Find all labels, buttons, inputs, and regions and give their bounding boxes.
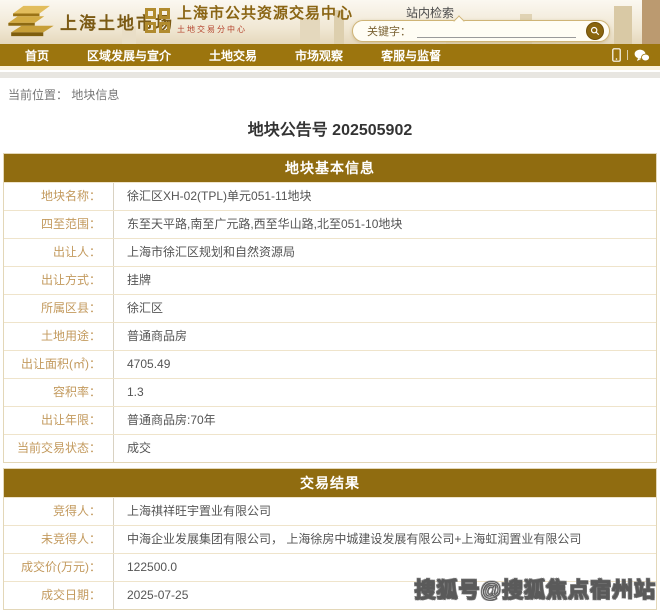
row-value: 成交	[114, 435, 656, 462]
search-button[interactable]	[586, 22, 604, 40]
nav-item-service-supervision[interactable]: 客服与监督	[381, 47, 441, 64]
breadcrumb: 当前位置： 地块信息	[0, 78, 660, 101]
stacked-slabs-logo-icon	[6, 4, 56, 38]
table-row: 地块名称： 徐汇区XH-02(TPL)单元051-11地块	[4, 182, 656, 210]
table-row: 成交日期： 2025-07-25	[4, 581, 656, 609]
table-body: 地块名称： 徐汇区XH-02(TPL)单元051-11地块 四至范围： 东至天平…	[4, 182, 656, 462]
nav-right-icons	[612, 48, 650, 62]
row-value: 上海市徐汇区规划和自然资源局	[114, 239, 656, 266]
grid-logo-icon	[145, 8, 170, 33]
nav-item-regional-development[interactable]: 区域发展与宣介	[87, 47, 171, 64]
row-label: 土地用途：	[4, 323, 114, 350]
table-row: 竞得人： 上海祺祥旺宇置业有限公司	[4, 497, 656, 525]
table-row: 所属区县： 徐汇区	[4, 294, 656, 322]
row-value: 中海企业发展集团有限公司， 上海徐房中城建设发展有限公司+上海虹润置业有限公司	[114, 526, 656, 553]
nav-item-land-trade[interactable]: 土地交易	[209, 47, 257, 64]
search-icon	[590, 26, 600, 36]
public-resources-center-logo[interactable]: 上海市公共资源交易中心 土地交易分中心	[145, 5, 353, 35]
plot-basic-info-table: 地块基本信息 地块名称： 徐汇区XH-02(TPL)单元051-11地块 四至范…	[3, 153, 657, 463]
center-title: 上海市公共资源交易中心	[177, 5, 353, 23]
table-row: 出让人： 上海市徐汇区规划和自然资源局	[4, 238, 656, 266]
site-header: 上海土地市场 上海市公共资源交易中心 土地交易分中心 站内检索 关键字：	[0, 0, 660, 44]
row-label: 容积率：	[4, 379, 114, 406]
keyword-input[interactable]	[417, 24, 576, 38]
row-label: 四至范围：	[4, 211, 114, 238]
table-row: 土地用途： 普通商品房	[4, 322, 656, 350]
site-search-tab[interactable]: 站内检索	[406, 4, 454, 21]
row-value: 122500.0	[114, 554, 656, 581]
table-row: 出让方式： 挂牌	[4, 266, 656, 294]
row-value: 普通商品房	[114, 323, 656, 350]
row-value: 4705.49	[114, 351, 656, 378]
transaction-result-table: 交易结果 竞得人： 上海祺祥旺宇置业有限公司 未竞得人： 中海企业发展集团有限公…	[3, 468, 657, 610]
row-label: 所属区县：	[4, 295, 114, 322]
mobile-icon[interactable]	[612, 48, 621, 62]
table-header-basic-info: 地块基本信息	[4, 154, 656, 182]
row-label: 出让人：	[4, 239, 114, 266]
breadcrumb-current: 地块信息	[71, 88, 119, 102]
nav-item-market-watch[interactable]: 市场观察	[295, 47, 343, 64]
keyword-label: 关键字：	[367, 23, 411, 39]
search-box: 关键字：	[352, 20, 610, 42]
table-row: 四至范围： 东至天平路,南至广元路,西至华山路,北至051-10地块	[4, 210, 656, 238]
nav-icon-divider	[627, 50, 628, 60]
wechat-icon[interactable]	[634, 49, 650, 62]
nav-item-home[interactable]: 首页	[25, 47, 49, 64]
row-value: 2025-07-25	[114, 582, 656, 609]
table-row: 当前交易状态： 成交	[4, 434, 656, 462]
row-value: 挂牌	[114, 267, 656, 294]
row-label: 未竞得人：	[4, 526, 114, 553]
center-subtitle: 土地交易分中心	[177, 24, 353, 35]
row-label: 成交日期：	[4, 582, 114, 609]
row-label: 成交价(万元)：	[4, 554, 114, 581]
row-label: 出让面积(㎡)：	[4, 351, 114, 378]
row-label: 竞得人：	[4, 498, 114, 525]
row-value: 东至天平路,南至广元路,西至华山路,北至051-10地块	[114, 211, 656, 238]
row-value: 徐汇区XH-02(TPL)单元051-11地块	[114, 183, 656, 210]
row-label: 地块名称：	[4, 183, 114, 210]
row-value: 上海祺祥旺宇置业有限公司	[114, 498, 656, 525]
page-title: 地块公告号 202505902	[0, 116, 660, 140]
table-row: 未竞得人： 中海企业发展集团有限公司， 上海徐房中城建设发展有限公司+上海虹润置…	[4, 525, 656, 553]
table-header-transaction-result: 交易结果	[4, 469, 656, 497]
table-row: 出让面积(㎡)： 4705.49	[4, 350, 656, 378]
row-value: 1.3	[114, 379, 656, 406]
main-nav: 首页 区域发展与宣介 土地交易 市场观察 客服与监督	[0, 44, 660, 67]
row-value: 徐汇区	[114, 295, 656, 322]
row-label: 当前交易状态：	[4, 435, 114, 462]
table-row: 容积率： 1.3	[4, 378, 656, 406]
row-value: 普通商品房:70年	[114, 407, 656, 434]
table-row: 成交价(万元)： 122500.0	[4, 553, 656, 581]
table-body: 竞得人： 上海祺祥旺宇置业有限公司 未竞得人： 中海企业发展集团有限公司， 上海…	[4, 497, 656, 609]
table-row: 出让年限： 普通商品房:70年	[4, 406, 656, 434]
row-label: 出让方式：	[4, 267, 114, 294]
breadcrumb-prefix: 当前位置：	[8, 88, 68, 102]
row-label: 出让年限：	[4, 407, 114, 434]
